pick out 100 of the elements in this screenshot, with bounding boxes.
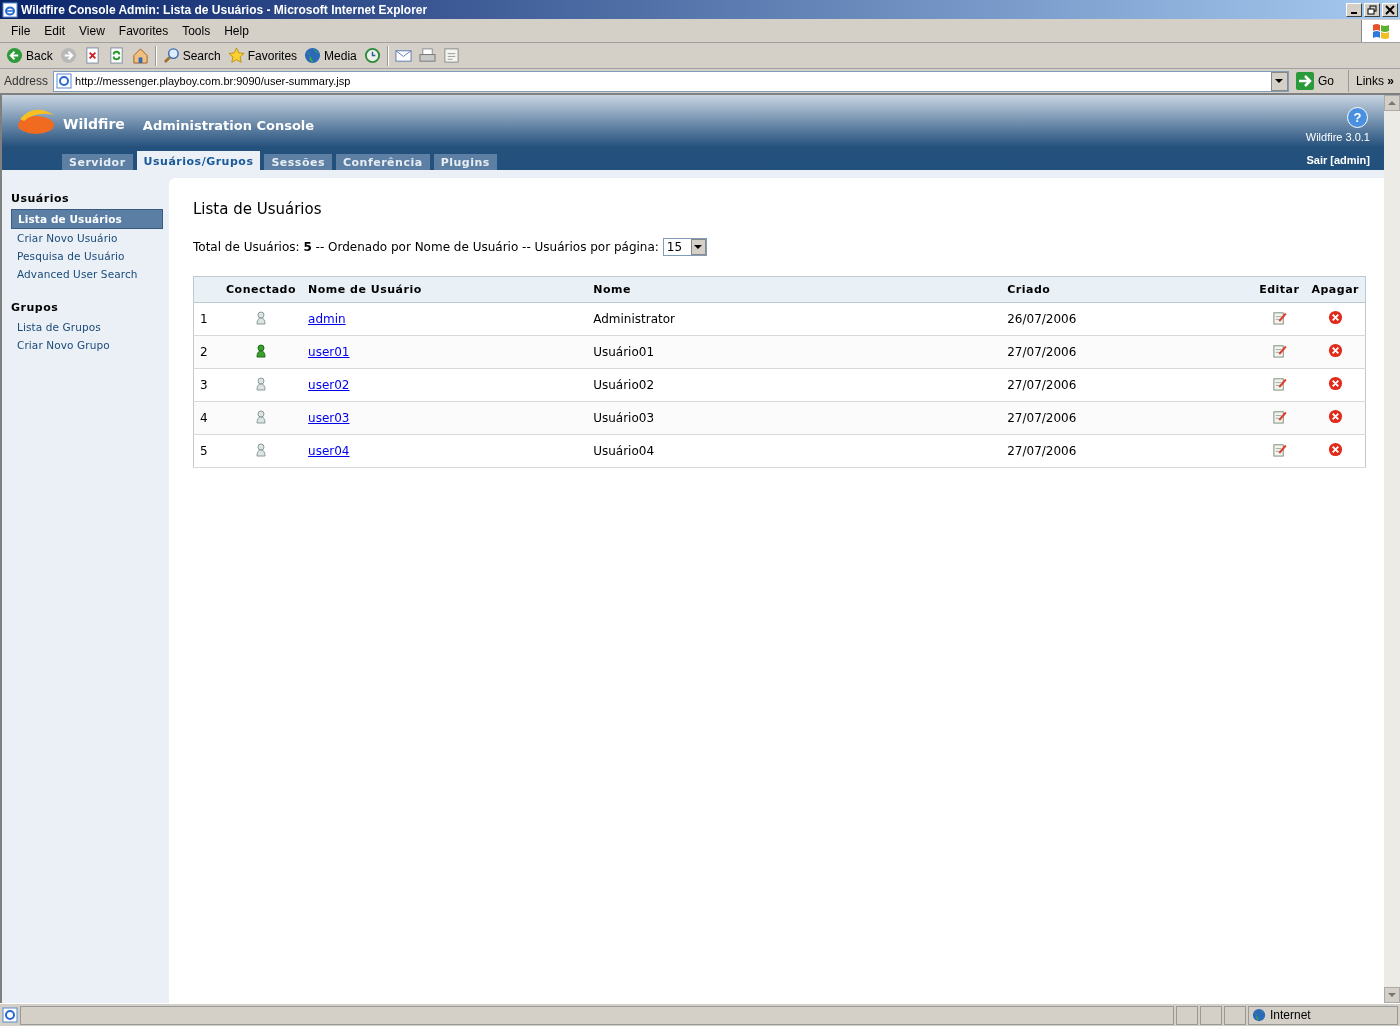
scroll-up-icon (1388, 101, 1396, 105)
minimize-icon (1351, 11, 1357, 14)
menu-item[interactable]: Favorites (111, 23, 176, 38)
history-icon (363, 47, 381, 64)
edit-icon[interactable] (1271, 376, 1287, 391)
menu-item[interactable]: File (4, 23, 38, 38)
delete-icon[interactable] (1327, 343, 1343, 358)
toolbar-button[interactable]: Search (159, 44, 224, 67)
column-header: Apagar (1311, 283, 1359, 296)
date-cell: 27/07/2006 (1007, 378, 1077, 392)
logout-link[interactable]: Sair [admin] (1306, 154, 1370, 170)
globe-icon (304, 47, 322, 64)
close-button[interactable] (1382, 2, 1398, 17)
username-link[interactable]: user04 (308, 444, 350, 458)
column-header: Editar (1259, 283, 1300, 296)
flame-logo-icon (16, 107, 56, 137)
sidebar-item[interactable]: Lista de Grupos (11, 318, 163, 336)
edit-icon[interactable] (1271, 310, 1287, 325)
column-header: Nome (593, 283, 631, 296)
close-icon (1385, 4, 1395, 15)
browser-icon (2, 1, 18, 18)
stop-icon (83, 47, 101, 64)
nav-tab[interactable]: Usuários/Grupos (136, 151, 261, 170)
sidebar-item[interactable]: Lista de Usuários (11, 209, 163, 229)
address-field[interactable]: http://messenger.playboy.com.br:9090/user-summary.jsp (53, 70, 1289, 92)
menu-item[interactable]: View (72, 23, 112, 38)
edit-icon[interactable] (1271, 343, 1287, 358)
refresh-icon (107, 47, 125, 64)
name-cell: Administrator (593, 312, 675, 326)
delete-icon[interactable] (1327, 409, 1343, 424)
scroll-down-icon (1388, 993, 1396, 997)
nav-tab[interactable]: Conferência (336, 154, 430, 170)
window-title: Wildfire Console Admin: Lista de Usuários - Microsoft Internet Explorer (21, 2, 429, 17)
column-header: Nome de Usuário (308, 283, 422, 296)
username-link[interactable]: user03 (308, 411, 350, 425)
menu-item[interactable]: Tools (175, 23, 218, 38)
minimize-button[interactable] (1346, 2, 1362, 17)
delete-icon[interactable] (1327, 310, 1343, 325)
status-pane (1200, 1005, 1222, 1025)
username-link[interactable]: user02 (308, 378, 350, 392)
toolbar-button[interactable]: Back (3, 44, 56, 67)
sidebar-item[interactable]: Criar Novo Usuário (11, 229, 163, 247)
status-pane (1176, 1005, 1198, 1025)
status-pane (1224, 1005, 1246, 1025)
restore-icon (1367, 4, 1377, 15)
sidebar-item[interactable]: Criar Novo Grupo (11, 336, 163, 354)
version-label: Wildfire 3.0.1 (1305, 131, 1370, 143)
home-icon (131, 47, 149, 64)
row-number: 5 (200, 444, 208, 458)
go-arrow-icon (1295, 72, 1314, 90)
delete-icon[interactable] (1327, 376, 1343, 391)
date-cell: 27/07/2006 (1007, 345, 1077, 359)
date-cell: 27/07/2006 (1007, 444, 1077, 458)
globe-icon (1252, 1008, 1266, 1022)
star-icon (227, 47, 245, 64)
row-number: 3 (200, 378, 208, 392)
column-header: Conectado (226, 283, 297, 296)
edit-page-icon (442, 47, 460, 64)
sidebar-item[interactable]: Advanced User Search (11, 265, 163, 283)
back-arrow-icon (6, 47, 23, 64)
scrollbar[interactable] (1384, 95, 1400, 1003)
name-cell: Usuário04 (593, 444, 655, 458)
edit-icon[interactable] (1271, 409, 1287, 424)
date-cell: 27/07/2006 (1007, 411, 1077, 425)
row-number: 1 (200, 312, 208, 326)
delete-icon[interactable] (1327, 442, 1343, 457)
menu-item[interactable]: Edit (37, 23, 73, 38)
nav-tab[interactable]: Plugins (433, 154, 497, 170)
restore-button[interactable] (1364, 2, 1380, 17)
dropdown-arrow-icon (694, 245, 703, 249)
toolbar-button[interactable]: Media (301, 44, 360, 67)
page-icon (2, 1007, 18, 1023)
per-page-select[interactable]: 15 (662, 238, 707, 256)
links-button[interactable]: Links » (1351, 70, 1398, 92)
nav-tab[interactable]: Servidor (62, 154, 133, 170)
row-number: 4 (200, 411, 208, 425)
username-link[interactable]: admin (308, 312, 346, 326)
column-header: Criado (1007, 283, 1051, 296)
sidebar-item[interactable]: Pesquisa de Usuário (11, 247, 163, 265)
row-number: 2 (200, 345, 208, 359)
mail-icon (394, 47, 412, 64)
search-icon (162, 47, 180, 64)
console-title: Administration Console (142, 118, 315, 133)
name-cell: Usuário03 (593, 411, 655, 425)
edit-icon[interactable] (1271, 442, 1287, 457)
name-cell: Usuário02 (593, 378, 655, 392)
menu-item[interactable]: Help (217, 23, 256, 38)
nav-tab[interactable]: Sessões (264, 154, 332, 170)
security-zone: Internet (1270, 1008, 1311, 1022)
windows-logo-icon (1361, 19, 1400, 42)
sidebar-heading: Usuários (10, 192, 71, 207)
toolbar-button[interactable]: Favorites (224, 44, 301, 67)
sidebar-heading: Grupos (10, 301, 60, 316)
page-title: Lista de Usuários (193, 200, 323, 218)
summary-text: Total de Usuários: 5 -- Ordenado por Nome de Usuário -- Usuários por página: (193, 240, 659, 254)
printer-icon (418, 47, 436, 64)
date-cell: 26/07/2006 (1007, 312, 1077, 326)
username-link[interactable]: user01 (308, 345, 350, 359)
page-icon (56, 73, 73, 89)
brand-name: Wildfire (63, 116, 125, 132)
